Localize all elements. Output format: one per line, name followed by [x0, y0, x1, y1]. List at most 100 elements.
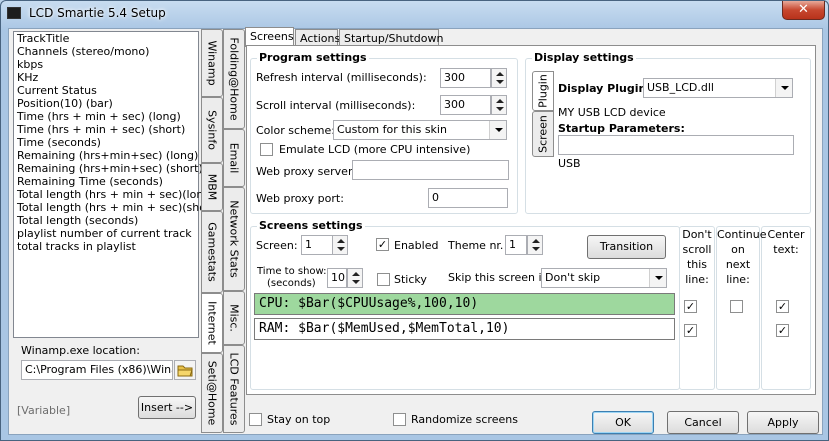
tab-internet[interactable]: Internet: [201, 293, 223, 353]
tab-winamp[interactable]: Winamp: [201, 29, 223, 97]
list-item[interactable]: KHz: [14, 71, 198, 84]
list-item[interactable]: Position(10) (bar): [14, 97, 198, 110]
time-to-show-unit-label: (seconds): [267, 278, 316, 289]
tab-email[interactable]: Email: [223, 129, 245, 187]
tab-screen-label: Screen: [536, 115, 550, 153]
skip-screen-label: Skip this screen if:: [448, 271, 549, 284]
tab-screen[interactable]: Screen: [532, 111, 554, 157]
program-settings-title: Program settings: [257, 51, 369, 64]
line-2-dont-scroll-checkbox[interactable]: ✓: [684, 324, 697, 337]
stay-on-top-checkbox[interactable]: [249, 413, 262, 426]
emulate-lcd-checkbox[interactable]: [260, 143, 273, 156]
continue-header-line-1: Continue: [717, 228, 767, 241]
tab-sysinfo[interactable]: Sysinfo: [201, 97, 223, 163]
continue-header-line-3: next: [725, 258, 751, 271]
screen-line-1[interactable]: CPU: $Bar($CPUUsage%,100,10): [254, 293, 675, 315]
list-item[interactable]: Total length (hrs + min + sec)(short): [14, 201, 219, 214]
screens-settings-title: Screens settings: [257, 219, 365, 232]
tab-plugin-label: Plugin: [536, 74, 550, 108]
tab-seti-label: Seti@Home: [205, 360, 219, 426]
ok-button[interactable]: OK: [592, 411, 654, 434]
list-item[interactable]: Time (hrs + min + sec) (short): [14, 123, 198, 136]
plugin-variable-list[interactable]: TrackTitle Channels (stereo/mono) kbps KHz C…: [13, 31, 219, 338]
center-text-header-line-2: text:: [773, 243, 799, 256]
time-to-show-label: Time to show:: [257, 266, 327, 277]
cancel-button[interactable]: Cancel: [667, 411, 739, 434]
list-item[interactable]: Channels (stereo/mono): [14, 45, 198, 58]
list-item[interactable]: Current Status: [14, 84, 198, 97]
close-button[interactable]: ✕: [782, 1, 825, 20]
list-item[interactable]: Total length (seconds): [14, 214, 198, 227]
tab-misc-label: Misc.: [227, 304, 241, 332]
enabled-label: Enabled: [394, 239, 439, 252]
list-item[interactable]: Remaining Time (seconds): [14, 175, 198, 188]
sticky-checkbox[interactable]: [377, 273, 390, 286]
list-item[interactable]: Remaining (hrs+min+sec) (short): [14, 162, 203, 175]
center-text-header: Center text:: [762, 227, 810, 257]
tab-winamp-label: Winamp: [205, 40, 219, 86]
theme-number-label: Theme nr.: [448, 239, 504, 252]
winamp-location-input[interactable]: C:\Program Files (x86)\Winamp: [21, 360, 173, 380]
chevron-down-icon: [775, 79, 792, 97]
refresh-interval-label: Refresh interval (milliseconds):: [256, 71, 427, 84]
scroll-interval-spinner[interactable]: [491, 95, 507, 115]
proxy-port-input[interactable]: 0: [428, 188, 508, 208]
list-item[interactable]: Time (seconds): [14, 136, 198, 149]
tab-lcd-features[interactable]: LCD Features: [223, 345, 245, 433]
tab-email-label: Email: [227, 142, 241, 174]
color-scheme-select[interactable]: Custom for this skin: [333, 120, 507, 140]
list-item[interactable]: playlist number of current track: [14, 227, 198, 240]
scroll-interval-input[interactable]: 300: [440, 95, 491, 115]
apply-button[interactable]: Apply: [747, 411, 819, 434]
screen-number-input[interactable]: 1: [301, 235, 333, 255]
transition-button[interactable]: Transition: [587, 235, 666, 259]
screen-number-spinner[interactable]: [332, 235, 348, 255]
tab-seti-at-home[interactable]: Seti@Home: [201, 353, 223, 433]
tab-lcd-features-label: LCD Features: [227, 352, 241, 426]
tab-mbm[interactable]: MBM: [201, 163, 223, 211]
refresh-interval-input[interactable]: 300: [440, 68, 491, 88]
tab-network-label: Network Stats: [227, 200, 241, 278]
line-1-dont-scroll-checkbox[interactable]: ✓: [684, 300, 697, 313]
insert-button[interactable]: Insert -->: [138, 396, 196, 419]
startup-parameters-input[interactable]: [558, 135, 794, 155]
app-icon: [7, 7, 21, 19]
screen-line-2[interactable]: RAM: $Bar($MemUsed,$MemTotal,10): [254, 318, 675, 340]
line-1-continue-checkbox[interactable]: [730, 300, 743, 313]
tab-screens[interactable]: Screens: [245, 27, 294, 47]
refresh-interval-spinner[interactable]: [491, 68, 507, 88]
randomize-screens-checkbox[interactable]: [393, 413, 406, 426]
list-item[interactable]: Time (hrs + min + sec) (long): [14, 110, 198, 123]
display-plugin-label: Display Plugin:: [558, 82, 651, 95]
enabled-checkbox[interactable]: ✓: [376, 238, 389, 251]
proxy-server-input[interactable]: [352, 160, 509, 180]
winamp-location-label: Winamp.exe location:: [21, 344, 140, 357]
tab-internet-label: Internet: [205, 301, 219, 345]
line-1-center-checkbox[interactable]: ✓: [776, 300, 789, 313]
skip-screen-select[interactable]: Don't skip: [541, 268, 667, 288]
device-name-label: MY USB LCD device: [558, 106, 666, 119]
display-plugin-select[interactable]: USB_LCD.dll: [643, 78, 793, 98]
tab-plugin[interactable]: Plugin: [532, 71, 554, 111]
tab-misc[interactable]: Misc.: [223, 291, 245, 345]
stay-on-top-label: Stay on top: [267, 413, 331, 426]
list-item[interactable]: TrackTitle: [14, 32, 198, 45]
dont-scroll-header-line-1: Don't: [682, 228, 712, 241]
dont-scroll-header-line-3: this: [686, 258, 708, 271]
list-item[interactable]: total tracks in playlist: [14, 240, 198, 253]
list-item[interactable]: Total length (hrs + min + sec)(long): [14, 188, 215, 201]
theme-number-spinner[interactable]: [527, 235, 543, 255]
line-2-center-checkbox[interactable]: ✓: [776, 324, 789, 337]
browse-folder-button[interactable]: [174, 360, 196, 380]
time-to-show-spinner[interactable]: [347, 268, 363, 288]
proxy-port-label: Web proxy port:: [256, 192, 344, 205]
list-item[interactable]: Remaining (hrs+min+sec) (long): [14, 149, 198, 162]
list-item[interactable]: kbps: [14, 58, 198, 71]
time-to-show-input[interactable]: 10: [327, 268, 347, 288]
tab-network-stats[interactable]: Network Stats: [223, 187, 245, 291]
title-bar[interactable]: LCD Smartie 5.4 Setup ✕: [1, 1, 828, 27]
tab-folding-at-home[interactable]: Folding@Home: [223, 29, 245, 129]
tab-gamestats[interactable]: Gamestats: [201, 211, 223, 293]
theme-number-input[interactable]: 1: [505, 235, 527, 255]
dont-scroll-header: Don't scroll this line:: [680, 227, 714, 287]
